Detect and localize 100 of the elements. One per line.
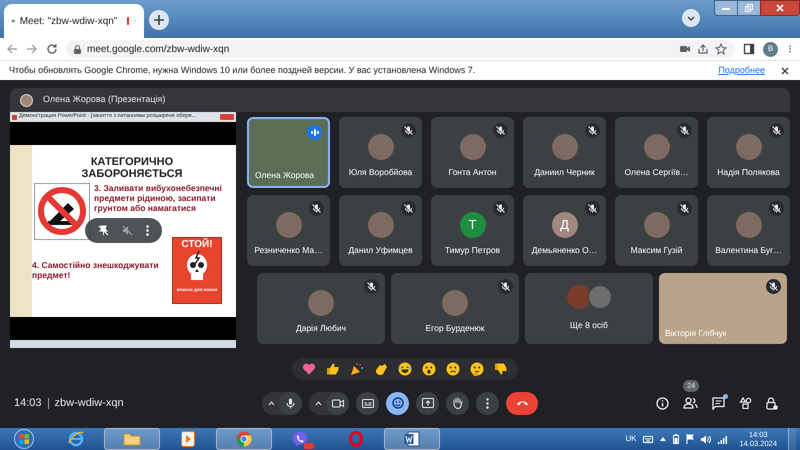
chrome-taskbar-button[interactable] bbox=[216, 428, 272, 450]
reactions-button[interactable] bbox=[386, 392, 409, 414]
avatar-photo-placeholder bbox=[368, 134, 394, 160]
avatar-photo-placeholder bbox=[308, 290, 334, 316]
unpin-icon[interactable] bbox=[98, 225, 109, 236]
info-icon[interactable] bbox=[656, 396, 669, 410]
present-screen-icon bbox=[422, 398, 434, 408]
chrome-logo-icon bbox=[236, 431, 252, 447]
minimize-button[interactable] bbox=[714, 0, 738, 16]
avatar-photo-placeholder bbox=[644, 212, 670, 238]
microphone-off-icon bbox=[404, 126, 413, 135]
smiley-icon bbox=[392, 397, 404, 409]
raise-hand-button[interactable] bbox=[446, 392, 469, 414]
maximize-button[interactable] bbox=[738, 0, 760, 16]
thinking-face-icon[interactable] bbox=[470, 362, 484, 376]
participant-name: Олена Сергіїв… bbox=[624, 166, 688, 179]
participant-tile[interactable]: Егор Бурденюк bbox=[391, 273, 519, 344]
microphone-off-icon bbox=[367, 282, 376, 291]
document-icon bbox=[404, 431, 420, 447]
file-explorer-taskbar-button[interactable] bbox=[104, 428, 160, 450]
surprised-face-icon[interactable] bbox=[422, 362, 436, 376]
address-bar[interactable]: meet.google.com/zbw-wdiw-xqn bbox=[66, 40, 735, 58]
avatar-photo-placeholder bbox=[736, 212, 762, 238]
captions-button[interactable] bbox=[356, 392, 379, 414]
more-info-link[interactable]: Подробнее bbox=[718, 64, 765, 78]
participant-name: Данил Уфимцев bbox=[348, 244, 413, 257]
profile-avatar[interactable]: В bbox=[763, 42, 778, 56]
browser-tab[interactable]: Meet: "zbw-wdiw-xqn" bbox=[4, 4, 144, 38]
thumbs-down-icon[interactable] bbox=[494, 362, 508, 376]
back-icon[interactable] bbox=[6, 43, 18, 55]
participant-tile[interactable]: Гонта Антон bbox=[431, 117, 514, 188]
participant-name: Юля Воробйова bbox=[348, 166, 412, 179]
participant-name: Резниченко Ма… bbox=[254, 244, 323, 257]
share-icon[interactable] bbox=[697, 43, 709, 55]
avatar-photo-placeholder bbox=[736, 134, 762, 160]
tab-title: Meet: "zbw-wdiw-xqn" bbox=[20, 14, 118, 28]
show-desktop-button[interactable] bbox=[788, 428, 796, 450]
folder-icon bbox=[123, 432, 141, 446]
close-window-button[interactable] bbox=[760, 0, 800, 16]
participant-tile[interactable]: Ще 8 осіб bbox=[525, 273, 653, 344]
participant-name: Даниил Черник bbox=[534, 166, 595, 179]
activities-icon[interactable] bbox=[739, 397, 752, 409]
phone-bubble-icon bbox=[292, 431, 308, 447]
participant-name: Надія Полякова bbox=[717, 166, 780, 179]
participant-tile[interactable]: Надія Полякова bbox=[707, 117, 790, 188]
tab-search-button[interactable] bbox=[682, 9, 700, 27]
avatar-photo-placeholder bbox=[552, 134, 578, 160]
reload-icon[interactable] bbox=[46, 43, 58, 55]
forward-icon[interactable] bbox=[26, 43, 38, 55]
more-options-button[interactable] bbox=[476, 392, 499, 414]
participant-name: Тимур Петров bbox=[444, 244, 500, 257]
chevron-up-icon[interactable] bbox=[660, 437, 666, 441]
speaker-icon[interactable] bbox=[701, 434, 712, 444]
participant-tile[interactable]: Данил Уфимцев bbox=[339, 195, 422, 266]
camera-button[interactable] bbox=[326, 392, 349, 414]
avatar-photo-placeholder bbox=[368, 212, 394, 238]
start-button-icon[interactable] bbox=[14, 429, 34, 449]
chat-icon[interactable] bbox=[712, 396, 725, 410]
microphone-button[interactable] bbox=[279, 392, 302, 414]
participant-name: Валентина Буг… bbox=[715, 244, 782, 257]
participant-tile[interactable]: Т Тимур Петров bbox=[431, 195, 514, 266]
star-icon[interactable] bbox=[715, 43, 727, 55]
leave-call-button[interactable] bbox=[506, 392, 538, 414]
participant-tile[interactable]: Олена Жорова bbox=[247, 117, 330, 188]
participant-tile[interactable]: Максим Гузій bbox=[615, 195, 698, 266]
present-button[interactable] bbox=[416, 392, 439, 414]
prohibition-sign-drawing bbox=[34, 183, 90, 240]
people-icon[interactable] bbox=[683, 397, 698, 409]
caret-up-icon[interactable] bbox=[315, 400, 322, 406]
close-icon[interactable] bbox=[779, 64, 791, 76]
host-controls-lock-icon[interactable] bbox=[766, 396, 778, 410]
caret-up-icon[interactable] bbox=[268, 400, 275, 406]
presenter-label: Олена Жорова (Презентація) bbox=[43, 93, 166, 106]
participant-name: Гонта Антон bbox=[448, 166, 496, 179]
language-indicator[interactable]: UK bbox=[625, 433, 636, 445]
participant-tile[interactable]: Валентина Буг… bbox=[707, 195, 790, 266]
party-popper-icon[interactable] bbox=[350, 362, 364, 376]
microphone-off-icon bbox=[312, 204, 321, 213]
side-panel-icon[interactable] bbox=[743, 43, 755, 55]
meeting-code: zbw-wdiw-xqn bbox=[54, 396, 124, 411]
slide-rule-text: 4. Самостійно знешкоджувати предмет! bbox=[32, 260, 160, 280]
participant-tile[interactable]: Олена Сергіїв… bbox=[615, 117, 698, 188]
participant-tile[interactable]: Д Демьяненко О… bbox=[523, 195, 606, 266]
sad-face-icon[interactable] bbox=[446, 362, 460, 376]
more-participants-label: Ще 8 осіб bbox=[570, 319, 608, 332]
participant-tile[interactable]: Резниченко Ма… bbox=[247, 195, 330, 266]
participant-tile[interactable]: Даниил Черник bbox=[523, 117, 606, 188]
participant-name: Вікторія Глібчук bbox=[665, 327, 726, 340]
camera-icon[interactable] bbox=[679, 43, 691, 55]
new-tab-button[interactable] bbox=[149, 10, 169, 30]
participant-tile[interactable]: Дарія Любич bbox=[257, 273, 385, 344]
participant-tile[interactable]: Юля Воробйова bbox=[339, 117, 422, 188]
word-taskbar-button[interactable] bbox=[384, 428, 440, 450]
keyboard-icon[interactable] bbox=[643, 436, 654, 442]
more-options-icon[interactable] bbox=[146, 225, 150, 236]
laughing-face-icon[interactable] bbox=[398, 362, 412, 376]
flag-icon[interactable] bbox=[686, 434, 694, 444]
mute-icon[interactable] bbox=[122, 225, 133, 236]
heart-icon[interactable] bbox=[302, 362, 316, 376]
thumbs-up-icon[interactable] bbox=[326, 362, 340, 376]
